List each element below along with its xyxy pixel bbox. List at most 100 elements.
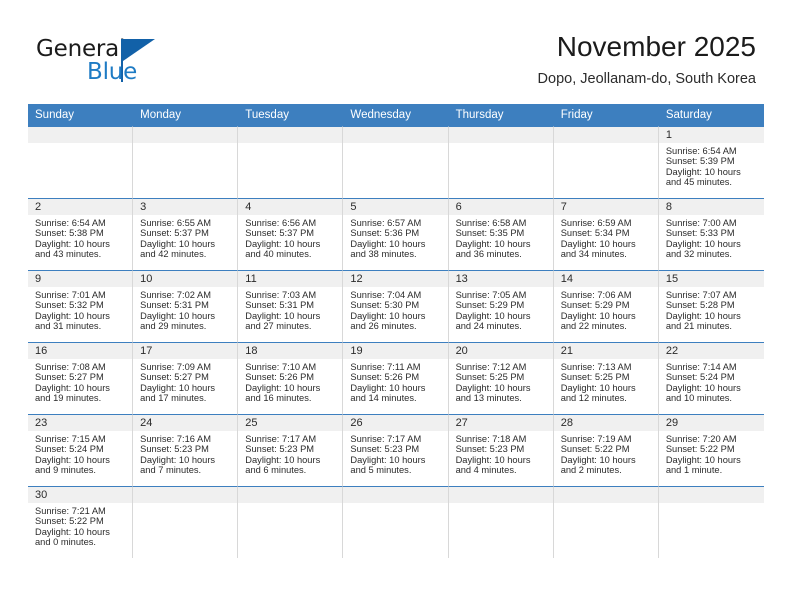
day-number: 22	[658, 343, 764, 359]
daylight-text-line2: and 29 minutes.	[140, 321, 207, 332]
sun-info: Sunrise: 7:00 AM Sunset: 5:33 PM Daylight:…	[659, 215, 764, 260]
calendar-day-cell[interactable]: 28 Sunrise: 7:19 AM Sunset: 5:22 PM Dayligh…	[553, 414, 659, 486]
sunrise-text: Sunrise: 6:56 AM	[245, 218, 317, 228]
daylight-text-line2: and 16 minutes.	[245, 393, 312, 404]
sunrise-text: Sunrise: 6:54 AM	[665, 146, 737, 156]
day-number	[133, 487, 238, 503]
calendar-day-cell[interactable]: 12 Sunrise: 7:04 AM Sunset: 5:30 PM Dayligh…	[343, 270, 449, 342]
sun-info: Sunrise: 7:17 AM Sunset: 5:23 PM Daylight:…	[343, 431, 447, 476]
calendar-cell-inner: 6 Sunrise: 6:58 AM Sunset: 5:35 PM Daylight…	[448, 198, 554, 270]
calendar-day-cell[interactable]: 17 Sunrise: 7:09 AM Sunset: 5:27 PM Dayligh…	[133, 342, 239, 414]
daylight-text-line2: and 5 minutes.	[350, 465, 412, 476]
calendar-day-cell[interactable]: 2 Sunrise: 6:54 AM Sunset: 5:38 PM Daylight…	[28, 198, 134, 270]
day-number: 19	[343, 343, 448, 359]
daylight-text-line2: and 17 minutes.	[140, 393, 207, 404]
calendar-day-cell[interactable]: 14 Sunrise: 7:06 AM Sunset: 5:29 PM Dayligh…	[553, 270, 659, 342]
daylight-text-line1: Daylight: 10 hours	[140, 382, 216, 393]
calendar-cell-inner	[28, 126, 134, 198]
sunrise-text: Sunrise: 6:55 AM	[140, 218, 211, 228]
calendar-day-cell[interactable]: 23 Sunrise: 7:15 AM Sunset: 5:24 PM Dayligh…	[28, 414, 134, 486]
calendar-cell-inner: 20 Sunrise: 7:12 AM Sunset: 5:25 PM Dayligh…	[448, 342, 554, 414]
calendar-day-cell[interactable]: 7 Sunrise: 6:59 AM Sunset: 5:34 PM Daylight…	[553, 198, 659, 270]
sun-info: Sunrise: 6:58 AM Sunset: 5:35 PM Daylight:…	[449, 215, 553, 260]
calendar-cell-inner: 29 Sunrise: 7:20 AM Sunset: 5:22 PM Dayligh…	[658, 414, 764, 486]
calendar-day-cell[interactable]: 27 Sunrise: 7:18 AM Sunset: 5:23 PM Dayligh…	[448, 414, 554, 486]
calendar-day-cell[interactable]: 24 Sunrise: 7:16 AM Sunset: 5:23 PM Dayligh…	[133, 414, 239, 486]
day-number: 8	[658, 199, 764, 215]
calendar-page: General Blue November 2025 Dopo, Jeollan…	[0, 0, 792, 612]
weekday-header-saturday: Saturday	[658, 104, 764, 126]
calendar-day-cell[interactable]: 25 Sunrise: 7:17 AM Sunset: 5:23 PM Dayligh…	[238, 414, 344, 486]
sunrise-text: Sunrise: 7:03 AM	[245, 290, 317, 300]
daylight-text-line1: Daylight: 10 hours	[35, 238, 110, 249]
calendar-day-cell[interactable]: 20 Sunrise: 7:12 AM Sunset: 5:25 PM Dayligh…	[448, 342, 554, 414]
calendar-day-cell[interactable]: 16 Sunrise: 7:08 AM Sunset: 5:27 PM Dayligh…	[28, 342, 134, 414]
day-number: 25	[238, 415, 343, 431]
calendar-day-cell[interactable]: 1 Sunrise: 6:54 AM Sunset: 5:39 PM Daylight…	[658, 126, 764, 198]
day-number: 24	[133, 415, 238, 431]
weekday-header-tuesday: Tuesday	[238, 104, 344, 126]
calendar-day-cell[interactable]: 18 Sunrise: 7:10 AM Sunset: 5:26 PM Dayligh…	[238, 342, 344, 414]
calendar-cell-empty	[553, 126, 659, 198]
calendar-cell-inner	[238, 486, 344, 558]
daylight-text-line2: and 42 minutes.	[140, 249, 207, 260]
daylight-text-line1: Daylight: 10 hours	[245, 238, 321, 249]
calendar-day-cell[interactable]: 19 Sunrise: 7:11 AM Sunset: 5:26 PM Dayligh…	[343, 342, 449, 414]
day-number: 12	[343, 271, 448, 287]
calendar-day-cell[interactable]: 4 Sunrise: 6:56 AM Sunset: 5:37 PM Daylight…	[238, 198, 344, 270]
day-number: 13	[448, 271, 553, 287]
calendar-day-cell[interactable]: 30 Sunrise: 7:21 AM Sunset: 5:22 PM Dayligh…	[28, 486, 134, 558]
daylight-text-line1: Daylight: 10 hours	[665, 310, 741, 321]
sunset-text: Sunset: 5:32 PM	[35, 300, 104, 311]
daylight-text-line2: and 2 minutes.	[560, 465, 622, 476]
calendar-day-cell[interactable]: 3 Sunrise: 6:55 AM Sunset: 5:37 PM Daylight…	[133, 198, 239, 270]
daylight-text-line1: Daylight: 10 hours	[245, 382, 321, 393]
calendar-cell-inner: 26 Sunrise: 7:17 AM Sunset: 5:23 PM Dayligh…	[343, 414, 449, 486]
calendar-cell-empty	[448, 126, 554, 198]
calendar-day-cell[interactable]: 5 Sunrise: 6:57 AM Sunset: 5:36 PM Daylight…	[343, 198, 449, 270]
calendar-day-cell[interactable]: 15 Sunrise: 7:07 AM Sunset: 5:28 PM Dayligh…	[658, 270, 764, 342]
calendar-cell-inner: 22 Sunrise: 7:14 AM Sunset: 5:24 PM Dayligh…	[658, 342, 764, 414]
sun-info: Sunrise: 7:02 AM Sunset: 5:31 PM Daylight:…	[133, 287, 237, 332]
day-number: 7	[553, 199, 658, 215]
calendar-cell-empty	[343, 126, 449, 198]
sun-info: Sunrise: 7:07 AM Sunset: 5:28 PM Daylight:…	[659, 287, 764, 332]
daylight-text-line1: Daylight: 10 hours	[455, 310, 531, 321]
day-number: 4	[238, 199, 343, 215]
calendar-header-row: Sunday Monday Tuesday Wednesday Thursday Frid…	[28, 104, 764, 126]
general-blue-logo[interactable]: General Blue	[36, 36, 196, 90]
weekday-header-wednesday: Wednesday	[343, 104, 449, 126]
sun-info: Sunrise: 6:55 AM Sunset: 5:37 PM Daylight:…	[133, 215, 237, 260]
calendar-day-cell[interactable]: 13 Sunrise: 7:05 AM Sunset: 5:29 PM Dayligh…	[448, 270, 554, 342]
daylight-text-line2: and 27 minutes.	[245, 321, 312, 332]
sunset-text: Sunset: 5:25 PM	[560, 372, 630, 383]
calendar-day-cell[interactable]: 21 Sunrise: 7:13 AM Sunset: 5:25 PM Dayligh…	[553, 342, 659, 414]
calendar-cell-inner: 14 Sunrise: 7:06 AM Sunset: 5:29 PM Dayligh…	[553, 270, 659, 342]
sun-info: Sunrise: 7:05 AM Sunset: 5:29 PM Daylight:…	[449, 287, 553, 332]
calendar-day-cell[interactable]: 29 Sunrise: 7:20 AM Sunset: 5:22 PM Dayligh…	[658, 414, 764, 486]
daylight-text-line1: Daylight: 10 hours	[455, 382, 531, 393]
daylight-text-line1: Daylight: 10 hours	[35, 310, 110, 321]
daylight-text-line1: Daylight: 10 hours	[140, 454, 216, 465]
day-number: 16	[28, 343, 133, 359]
calendar-cell-inner: 11 Sunrise: 7:03 AM Sunset: 5:31 PM Dayligh…	[238, 270, 344, 342]
calendar-cell-inner: 21 Sunrise: 7:13 AM Sunset: 5:25 PM Dayligh…	[553, 342, 659, 414]
calendar-day-cell[interactable]: 11 Sunrise: 7:03 AM Sunset: 5:31 PM Dayligh…	[238, 270, 344, 342]
calendar-cell-inner	[448, 486, 554, 558]
sun-info: Sunrise: 7:03 AM Sunset: 5:31 PM Daylight:…	[238, 287, 342, 332]
calendar-day-cell[interactable]: 22 Sunrise: 7:14 AM Sunset: 5:24 PM Dayligh…	[658, 342, 764, 414]
sunset-text: Sunset: 5:25 PM	[455, 372, 525, 383]
daylight-text-line2: and 38 minutes.	[350, 249, 417, 260]
calendar-day-cell[interactable]: 8 Sunrise: 7:00 AM Sunset: 5:33 PM Daylight…	[658, 198, 764, 270]
calendar-body: 1 Sunrise: 6:54 AM Sunset: 5:39 PM Daylight…	[28, 126, 764, 558]
calendar-table: Sunday Monday Tuesday Wednesday Thursday Frid…	[28, 104, 764, 558]
daylight-text-line2: and 9 minutes.	[35, 465, 96, 476]
calendar-day-cell[interactable]: 9 Sunrise: 7:01 AM Sunset: 5:32 PM Daylight…	[28, 270, 134, 342]
calendar-day-cell[interactable]: 6 Sunrise: 6:58 AM Sunset: 5:35 PM Daylight…	[448, 198, 554, 270]
calendar-day-cell[interactable]: 26 Sunrise: 7:17 AM Sunset: 5:23 PM Dayligh…	[343, 414, 449, 486]
daylight-text-line2: and 0 minutes.	[35, 537, 96, 548]
sunset-text: Sunset: 5:29 PM	[455, 300, 525, 311]
sunrise-text: Sunrise: 7:12 AM	[455, 362, 527, 372]
calendar-day-cell[interactable]: 10 Sunrise: 7:02 AM Sunset: 5:31 PM Dayligh…	[133, 270, 239, 342]
day-number: 23	[28, 415, 133, 431]
